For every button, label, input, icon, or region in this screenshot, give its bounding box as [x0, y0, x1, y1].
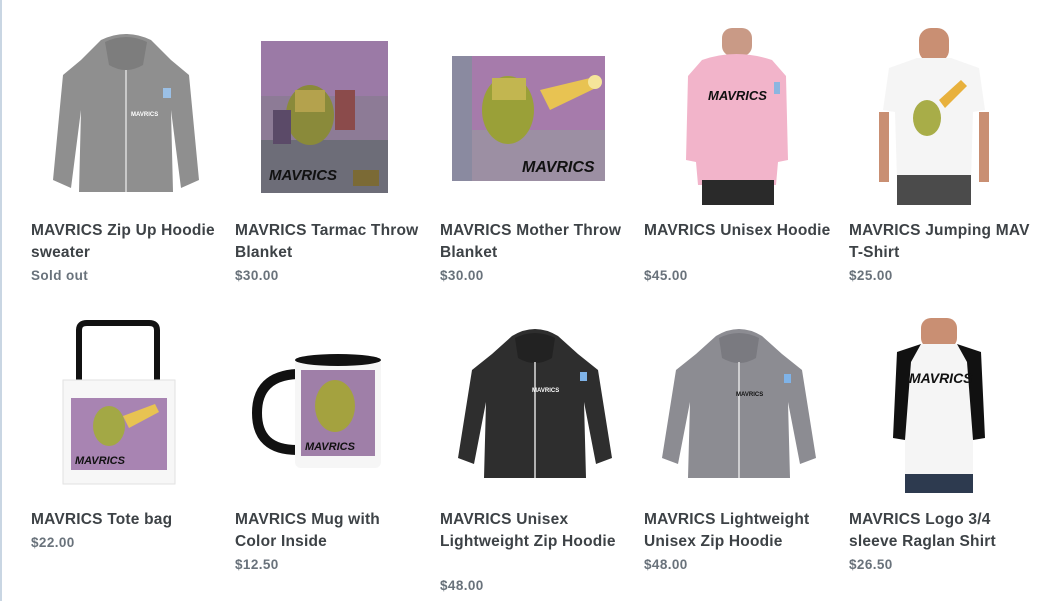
product-title[interactable]: MAVRICS Lightweight Unisex Zip Hoodie — [644, 509, 834, 553]
product-price: $12.50 — [235, 557, 279, 572]
logo-print: MAVRICS — [305, 441, 356, 453]
product-image-tote-bag[interactable]: MAVRICS — [31, 318, 221, 493]
product-title[interactable]: MAVRICS Jumping MAV T-Shirt — [849, 220, 1039, 264]
product-image-lightweight-zip-hoodie-grey[interactable]: MAVRICS — [644, 318, 834, 493]
product-card-tote-bag[interactable]: MAVRICS MAVRICS Tote bag $22.00 — [31, 318, 221, 588]
product-title[interactable]: MAVRICS Unisex Hoodie — [644, 220, 834, 242]
product-title[interactable]: MAVRICS Tarmac Throw Blanket — [235, 220, 425, 264]
product-image-raglan-shirt[interactable]: MAVRICS — [849, 318, 1039, 493]
product-image-unisex-hoodie[interactable]: MAVRICS — [644, 20, 834, 205]
product-price: $26.50 — [849, 557, 893, 572]
product-card-mug[interactable]: MAVRICS MAVRICS Mug with Color Inside $1… — [235, 318, 425, 588]
product-price: $45.00 — [644, 268, 688, 283]
product-card-lightweight-zip-hoodie-grey[interactable]: MAVRICS MAVRICS Lightweight Unisex Zip H… — [644, 318, 834, 588]
product-price: $30.00 — [235, 268, 279, 283]
product-title[interactable]: MAVRICS Logo 3/4 sleeve Raglan Shirt — [849, 509, 1039, 553]
product-title[interactable]: MAVRICS Zip Up Hoodie sweater — [31, 220, 221, 264]
product-card-unisex-hoodie[interactable]: MAVRICS MAVRICS Unisex Hoodie $45.00 — [644, 20, 834, 290]
page-left-border — [0, 0, 2, 601]
product-card-jumping-tshirt[interactable]: MAVRICS Jumping MAV T-Shirt $25.00 — [849, 20, 1039, 290]
product-card-raglan-shirt[interactable]: MAVRICS MAVRICS Logo 3/4 sleeve Raglan S… — [849, 318, 1039, 588]
product-image-mother-blanket[interactable]: MAVRICS — [440, 20, 630, 205]
logo-print: MAVRICS — [708, 88, 767, 103]
product-title[interactable]: MAVRICS Mother Throw Blanket — [440, 220, 630, 264]
product-card-lightweight-zip-hoodie-black[interactable]: MAVRICS MAVRICS Unisex Lightweight Zip H… — [440, 318, 630, 598]
logo-print: MAVRICS — [532, 388, 559, 394]
product-image-lightweight-zip-hoodie-black[interactable]: MAVRICS — [440, 318, 630, 493]
product-image-zip-hoodie[interactable]: MAVRICS — [31, 20, 221, 205]
product-price: $25.00 — [849, 268, 893, 283]
logo-print: MAVRICS — [75, 455, 126, 467]
product-image-jumping-tshirt[interactable] — [849, 20, 1039, 205]
product-image-mug[interactable]: MAVRICS — [235, 318, 425, 493]
product-image-tarmac-blanket[interactable]: MAVRICS — [235, 20, 425, 205]
logo-print: MAVRICS — [909, 370, 973, 386]
product-title[interactable]: MAVRICS Unisex Lightweight Zip Hoodie — [440, 509, 630, 553]
product-card-tarmac-blanket[interactable]: MAVRICS MAVRICS Tarmac Throw Blanket $30… — [235, 20, 425, 290]
product-card-mother-blanket[interactable]: MAVRICS MAVRICS Mother Throw Blanket $30… — [440, 20, 630, 290]
product-title[interactable]: MAVRICS Mug with Color Inside — [235, 509, 425, 553]
logo-print: MAVRICS — [736, 392, 763, 398]
logo-print: MAVRICS — [131, 112, 158, 118]
logo-print: MAVRICS — [522, 159, 595, 176]
product-price: $30.00 — [440, 268, 484, 283]
logo-print: MAVRICS — [269, 167, 337, 184]
product-price: $48.00 — [440, 578, 484, 593]
product-price: $48.00 — [644, 557, 688, 572]
product-status-sold-out: Sold out — [31, 268, 89, 283]
product-card-zip-hoodie[interactable]: MAVRICS MAVRICS Zip Up Hoodie sweater So… — [31, 20, 221, 290]
product-price: $22.00 — [31, 535, 75, 550]
watermark — [889, 571, 1039, 597]
product-title[interactable]: MAVRICS Tote bag — [31, 509, 221, 531]
